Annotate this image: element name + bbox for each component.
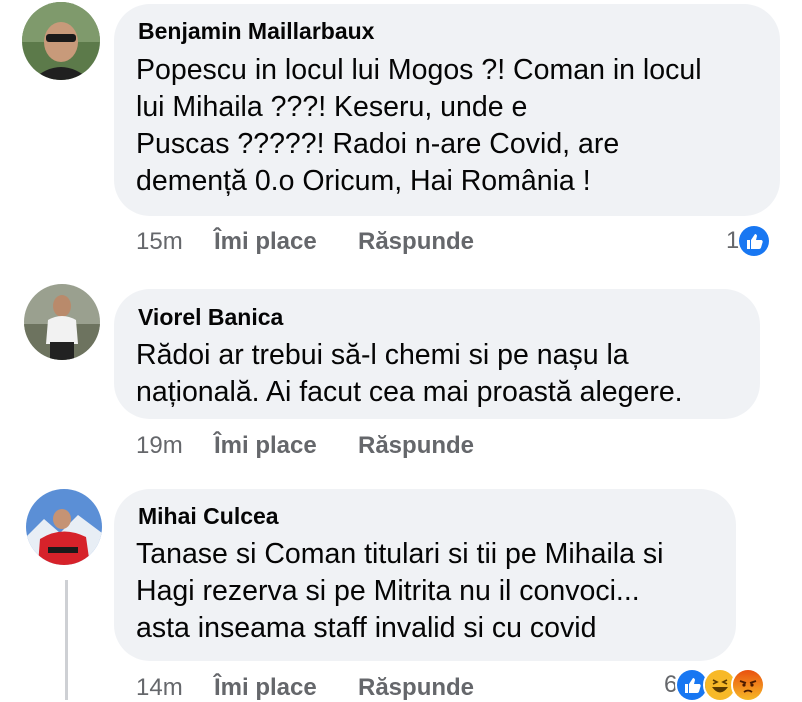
comment-text: Popescu in locul lui Mogos ?! Coman in l… (136, 54, 702, 197)
avatar[interactable] (26, 489, 102, 565)
avatar-photo (26, 489, 102, 565)
comment-time[interactable]: 15m (136, 228, 183, 256)
comment-time[interactable]: 14m (136, 674, 183, 702)
reply-button[interactable]: Răspunde (358, 674, 474, 702)
comment-text: Tanase si Coman titulari si tii pe Mihai… (136, 538, 664, 644)
comment-time[interactable]: 19m (136, 432, 183, 460)
angry-icon (731, 668, 766, 702)
reaction-summary[interactable]: 6 (664, 668, 766, 702)
reaction-summary[interactable]: 1 (726, 224, 772, 258)
like-button[interactable]: Îmi place (214, 228, 317, 256)
avatar-photo (22, 2, 100, 80)
reply-button[interactable]: Răspunde (358, 432, 474, 460)
like-button[interactable]: Îmi place (214, 432, 317, 460)
avatar-photo (24, 284, 100, 360)
comment-text: Rădoi ar trebui să-l chemi si pe nașu la… (136, 339, 683, 408)
avatar[interactable] (24, 284, 100, 360)
thread-line (65, 580, 68, 700)
like-button[interactable]: Îmi place (214, 674, 317, 702)
like-icon (737, 224, 772, 258)
comment-author[interactable]: Benjamin Maillarbaux (138, 18, 374, 45)
reply-button[interactable]: Răspunde (358, 228, 474, 256)
comment-author[interactable]: Mihai Culcea (138, 503, 279, 530)
comment-author[interactable]: Viorel Banica (138, 304, 283, 331)
avatar[interactable] (22, 2, 100, 80)
